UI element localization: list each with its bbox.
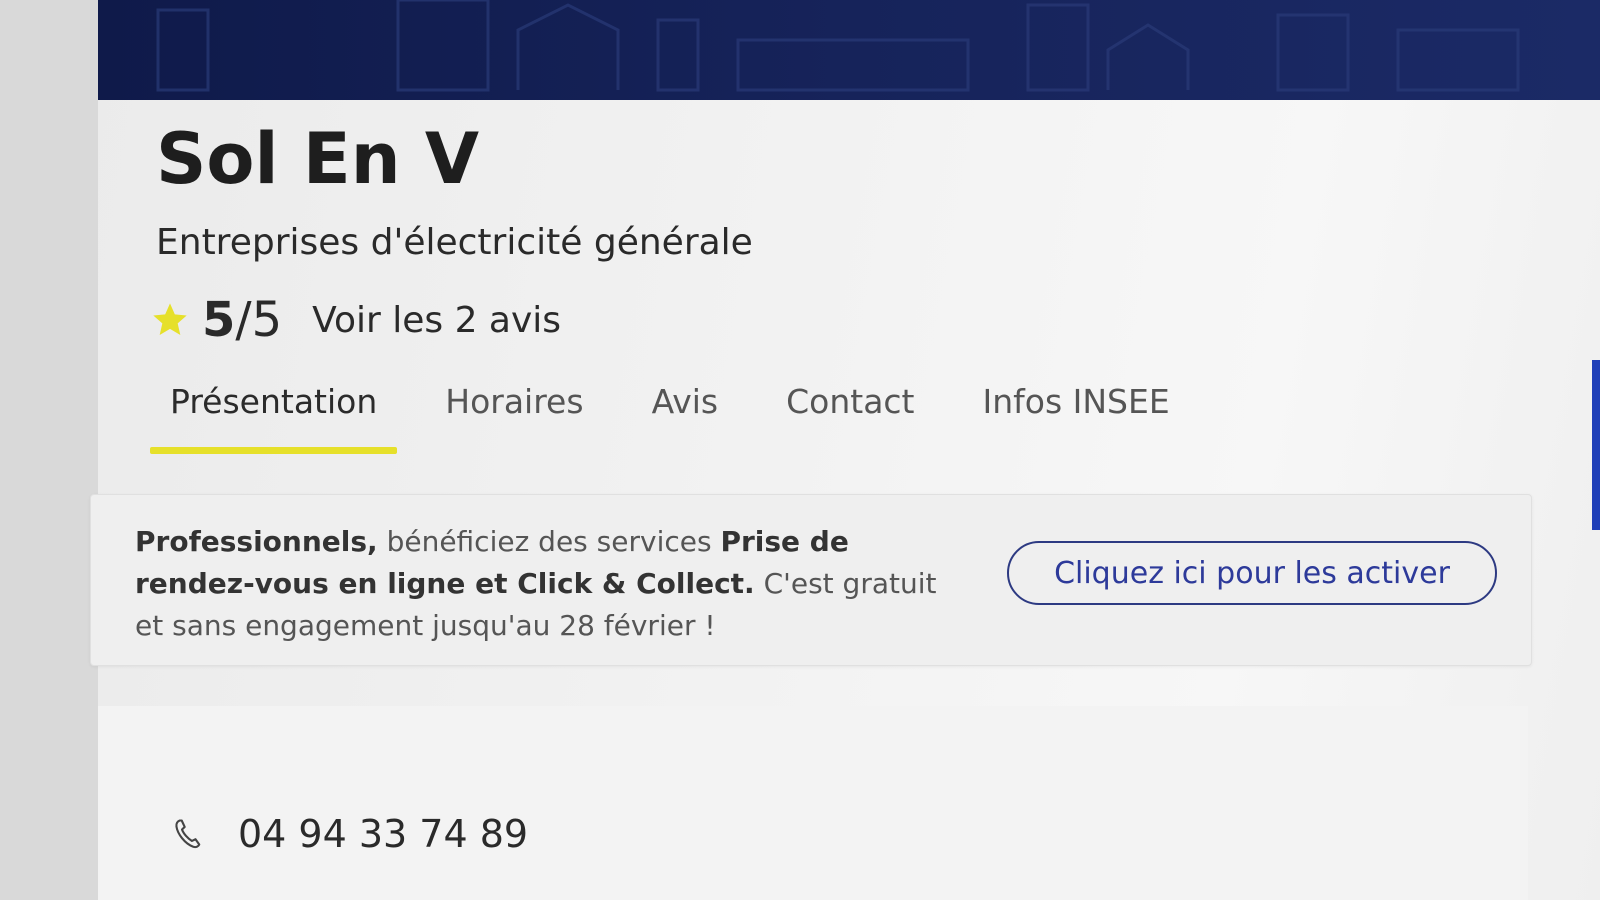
- promo-text: Professionnels, bénéficiez des services …: [135, 521, 955, 647]
- rating-score: 5/5: [202, 292, 282, 348]
- side-accent-bar: [1592, 360, 1600, 530]
- tab-bar: Présentation Horaires Avis Contact Infos…: [150, 378, 1218, 458]
- business-name: Sol En V: [156, 118, 480, 200]
- contact-card: 04 94 33 74 89: [98, 706, 1528, 900]
- tab-presentation[interactable]: Présentation: [150, 378, 398, 454]
- promo-bold-professionnels: Professionnels,: [135, 525, 378, 558]
- city-illustration: [156, 0, 1520, 92]
- promo-text-part-1: bénéficiez des services: [377, 525, 721, 558]
- activate-services-button[interactable]: Cliquez ici pour les activer: [1007, 541, 1497, 605]
- phone-icon: [170, 814, 206, 854]
- pro-promo-banner: Professionnels, bénéficiez des services …: [90, 494, 1532, 666]
- phone-row: 04 94 33 74 89: [170, 812, 528, 856]
- see-reviews-link[interactable]: Voir les 2 avis: [312, 300, 561, 341]
- rating-value: 5: [202, 292, 236, 348]
- tab-infos-insee[interactable]: Infos INSEE: [963, 378, 1190, 454]
- star-icon: [150, 300, 190, 340]
- phone-number[interactable]: 04 94 33 74 89: [238, 812, 528, 856]
- tab-horaires[interactable]: Horaires: [425, 378, 603, 454]
- rating-row: 5/5 Voir les 2 avis: [150, 290, 561, 350]
- business-page: Sol En V Entreprises d'électricité génér…: [90, 0, 1600, 900]
- tab-contact[interactable]: Contact: [766, 378, 934, 454]
- hero-banner: [98, 0, 1600, 100]
- tab-avis[interactable]: Avis: [632, 378, 739, 454]
- rating-scale: /5: [235, 292, 283, 348]
- business-category: Entreprises d'électricité générale: [156, 222, 753, 263]
